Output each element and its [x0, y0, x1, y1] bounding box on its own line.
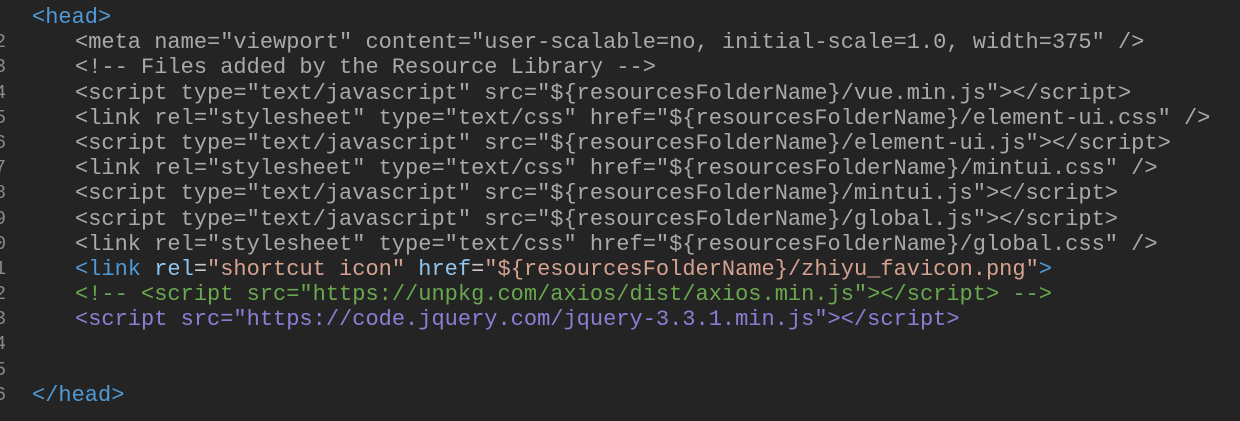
code-line[interactable]: <head>: [0, 5, 1240, 30]
code-token: <link rel="stylesheet" type="text/css" h…: [75, 105, 1211, 131]
code-line[interactable]: 2 <meta name="viewport" content="user-sca…: [0, 30, 1240, 55]
code-token: =: [471, 256, 485, 282]
code-text: <script type="text/javascript" src="${re…: [75, 207, 1118, 232]
code-text: <link rel="stylesheet" type="text/css" h…: [75, 106, 1210, 131]
code-token: </head>: [32, 382, 125, 408]
code-token: "${resourcesFolderName}/zhiyu_favicon.pn…: [484, 256, 1039, 282]
code-text: <head>: [32, 5, 111, 30]
code-text: <script src="https://code.jquery.com/jqu…: [75, 307, 960, 332]
code-token: <script type="text/javascript" src="${re…: [75, 181, 1118, 207]
code-line[interactable]: 5: [0, 358, 1240, 383]
code-token: >: [1038, 256, 1052, 282]
code-text: <link rel="stylesheet" type="text/css" h…: [75, 232, 1158, 257]
code-text: <link rel="shortcut icon" href="${resour…: [75, 257, 1052, 282]
code-text: <!-- Files added by the Resource Library…: [75, 55, 656, 80]
line-number: 1: [0, 257, 6, 280]
code-token: <!-- Files added by the Resource Library…: [75, 55, 656, 81]
code-line[interactable]: 8 <script type="text/javascript" src="${r…: [0, 181, 1240, 206]
code-line[interactable]: 6 <script type="text/javascript" src="${r…: [0, 131, 1240, 156]
code-text: <script type="text/javascript" src="${re…: [75, 131, 1171, 156]
line-number: 2: [0, 31, 6, 54]
code-token: <script type="text/javascript" src="${re…: [75, 206, 1118, 232]
code-token: href: [418, 256, 472, 282]
line-number: 4: [0, 333, 6, 356]
line-number: 6: [0, 131, 6, 154]
code-text: </head>: [32, 383, 124, 408]
line-number: 8: [0, 182, 6, 205]
code-line[interactable]: 4: [0, 332, 1240, 357]
code-text: <meta name="viewport" content="user-scal…: [75, 30, 1144, 55]
code-token: <link: [75, 256, 142, 282]
code-text: <script type="text/javascript" src="${re…: [75, 81, 1131, 106]
line-number: 7: [0, 157, 6, 180]
code-line[interactable]: 6 </head>: [0, 383, 1240, 408]
code-line[interactable]: 7 <link rel="stylesheet" type="text/css" …: [0, 156, 1240, 181]
code-line[interactable]: 9 <script type="text/javascript" src="${r…: [0, 207, 1240, 232]
line-number: 9: [0, 207, 6, 230]
code-token: <link rel="stylesheet" type="text/css" h…: [75, 156, 1158, 182]
code-token: rel: [154, 256, 194, 282]
code-token: <script type="text/javascript" src="${re…: [75, 130, 1171, 156]
line-number: 0: [0, 232, 6, 255]
code-line[interactable]: 4 <script type="text/javascript" src="${r…: [0, 81, 1240, 106]
line-number: 2: [0, 283, 6, 306]
code-line[interactable]: 3 <!-- Files added by the Resource Librar…: [0, 55, 1240, 80]
code-token: <!-- <script src="https://unpkg.com/axio…: [75, 282, 1052, 308]
line-number: 5: [0, 106, 6, 129]
line-number: 4: [0, 81, 6, 104]
line-number: 5: [0, 358, 6, 381]
code-text: <link rel="stylesheet" type="text/css" h…: [75, 156, 1158, 181]
code-token: <link rel="stylesheet" type="text/css" h…: [75, 231, 1158, 257]
line-number: 3: [0, 308, 6, 331]
code-line[interactable]: 0 <link rel="stylesheet" type="text/css" …: [0, 232, 1240, 257]
code-text: <!-- <script src="https://unpkg.com/axio…: [75, 282, 1052, 307]
code-token: <meta name="viewport" content="user-scal…: [75, 30, 1145, 56]
code-token: <script type="text/javascript" src="${re…: [75, 80, 1132, 106]
code-line[interactable]: 3 <script src="https://code.jquery.com/jq…: [0, 307, 1240, 332]
line-number: 3: [0, 56, 6, 79]
code-text: <script type="text/javascript" src="${re…: [75, 181, 1118, 206]
code-token: =: [193, 256, 208, 282]
code-line[interactable]: 1 <link rel="shortcut icon" href="${resou…: [0, 257, 1240, 282]
code-editor[interactable]: <head> 2 <meta name="viewport" content="us…: [0, 5, 1240, 408]
code-line[interactable]: 2 <!-- <script src="https://unpkg.com/axi…: [0, 282, 1240, 307]
code-token: <script src="https://code.jquery.com/jqu…: [75, 307, 960, 333]
line-number: 6: [0, 383, 6, 406]
code-token: "shortcut icon": [207, 256, 406, 282]
code-line[interactable]: 5 <link rel="stylesheet" type="text/css" …: [0, 106, 1240, 131]
code-token: <head>: [32, 5, 112, 30]
